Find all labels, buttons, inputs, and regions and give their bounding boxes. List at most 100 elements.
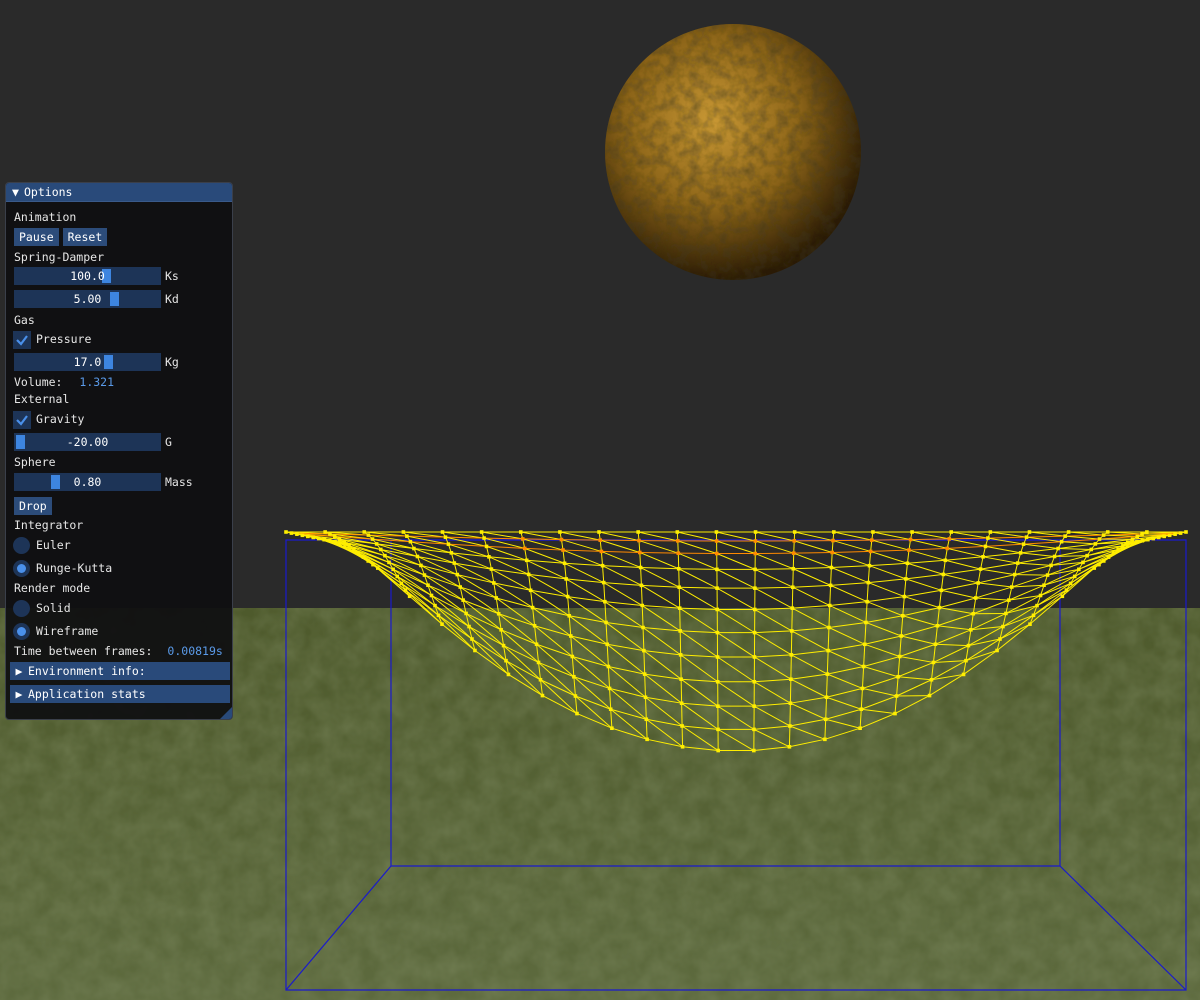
- kd-label: Kd: [165, 292, 179, 306]
- runge-kutta-radio[interactable]: [13, 560, 30, 577]
- mesh-node: [981, 555, 985, 559]
- wireframe-radio[interactable]: [13, 623, 30, 640]
- mesh-node: [1101, 533, 1106, 537]
- mesh-spring: [793, 551, 833, 554]
- mesh-node: [642, 648, 646, 653]
- solid-radio[interactable]: [13, 600, 30, 617]
- mesh-node: [1116, 547, 1120, 552]
- section-render-mode: Render mode: [14, 581, 91, 595]
- mesh-node: [528, 588, 533, 593]
- mesh-node: [966, 643, 971, 648]
- mesh-node: [295, 532, 299, 536]
- mesh-node: [716, 704, 720, 708]
- mesh-node: [644, 717, 649, 722]
- kd-slider[interactable]: 5.00: [14, 290, 161, 308]
- mesh-node: [1145, 530, 1149, 534]
- reset-button[interactable]: Reset: [62, 227, 108, 246]
- kg-slider[interactable]: 17.0: [14, 353, 161, 371]
- mesh-node: [536, 660, 541, 665]
- mesh-node: [1081, 560, 1085, 565]
- mesh-node: [675, 539, 680, 543]
- kd-slider-grab[interactable]: [109, 292, 119, 306]
- g-slider-grab[interactable]: [16, 435, 25, 449]
- mesh-node: [677, 585, 682, 590]
- mesh-node: [1130, 537, 1135, 542]
- mesh-node: [676, 551, 681, 555]
- mesh-node: [645, 737, 649, 742]
- mesh-node: [1004, 611, 1008, 616]
- mesh-node: [323, 530, 327, 534]
- mesh-node: [827, 625, 831, 630]
- mesh-node: [676, 566, 681, 571]
- mesh-node: [788, 701, 793, 705]
- mesh-node: [829, 565, 834, 570]
- mesh-node: [1121, 544, 1125, 548]
- mass-slider[interactable]: 0.80: [14, 473, 161, 491]
- mesh-node: [675, 530, 680, 534]
- ks-slider[interactable]: 100.0: [14, 267, 161, 285]
- mesh-node: [830, 550, 835, 555]
- section-spring-damper: Spring-Damper: [14, 250, 105, 264]
- mesh-node: [1045, 573, 1050, 577]
- mesh-node: [570, 654, 575, 659]
- frame-time-value: 0.00819s: [167, 644, 223, 658]
- gravity-checkbox[interactable]: [13, 410, 31, 429]
- mesh-node: [1140, 538, 1145, 543]
- mesh-node: [1178, 531, 1183, 535]
- mesh-node: [436, 613, 441, 618]
- mesh-node: [973, 596, 978, 600]
- application-stats-header[interactable]: ▶ Application stats: [10, 685, 230, 703]
- mesh-node: [405, 534, 409, 538]
- pause-button[interactable]: Pause: [14, 227, 59, 246]
- mesh-node: [337, 537, 342, 542]
- mesh-node: [1060, 594, 1065, 599]
- mesh-node: [518, 530, 523, 534]
- mesh-node: [1024, 535, 1029, 539]
- mesh-node: [540, 693, 545, 698]
- mesh-node: [520, 537, 525, 541]
- mesh-node: [361, 555, 366, 559]
- mass-slider-grab[interactable]: [50, 475, 60, 489]
- mesh-node: [1085, 553, 1089, 558]
- mesh-node: [935, 623, 940, 628]
- mesh-node: [868, 549, 873, 554]
- options-panel-title[interactable]: ▼ Options: [6, 183, 232, 202]
- mesh-node: [971, 611, 976, 616]
- mesh-spring: [561, 539, 601, 541]
- mesh-node: [792, 530, 797, 534]
- mesh-node: [1146, 537, 1150, 542]
- mesh-node: [969, 628, 973, 632]
- mesh-node: [467, 624, 471, 629]
- mesh-node: [1162, 534, 1166, 539]
- mesh-node: [440, 530, 445, 534]
- mesh-node: [1140, 532, 1144, 536]
- kg-slider-grab[interactable]: [104, 355, 114, 369]
- g-slider[interactable]: -20.00: [14, 433, 161, 451]
- mesh-node: [415, 554, 420, 559]
- mesh-node: [496, 611, 501, 616]
- mesh-node: [606, 664, 611, 669]
- resize-grip[interactable]: [220, 707, 232, 719]
- euler-radio[interactable]: [13, 537, 30, 554]
- mesh-node: [715, 586, 719, 590]
- mesh-node: [894, 694, 899, 698]
- mesh-node: [640, 603, 645, 608]
- mesh-node: [787, 744, 792, 749]
- mesh-node: [1059, 539, 1064, 544]
- mesh-node: [995, 648, 999, 653]
- mesh-node: [825, 672, 830, 676]
- environment-info-header[interactable]: ▶ Environment info:: [10, 662, 230, 680]
- mesh-node: [559, 537, 564, 542]
- mesh-node: [419, 563, 423, 568]
- pressure-checkbox[interactable]: [13, 330, 31, 349]
- mesh-node: [562, 561, 567, 566]
- mesh-node: [433, 603, 437, 608]
- mesh-node: [976, 581, 980, 585]
- mesh-node: [715, 655, 720, 659]
- mesh-node: [988, 530, 993, 534]
- mesh-node: [1007, 598, 1011, 602]
- mesh-node: [896, 674, 900, 679]
- drop-button[interactable]: Drop: [14, 496, 52, 515]
- mesh-node: [338, 541, 343, 545]
- mesh-node: [532, 623, 537, 628]
